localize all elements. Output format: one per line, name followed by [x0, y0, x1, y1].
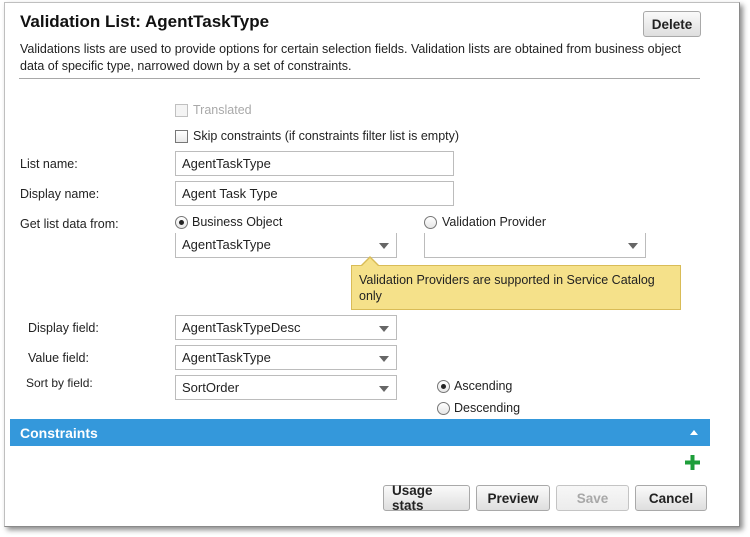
chevron-up-icon[interactable]	[690, 430, 698, 435]
delete-button[interactable]: Delete	[643, 11, 701, 37]
header-divider	[19, 78, 700, 79]
ascending-radio[interactable]	[437, 380, 450, 393]
plus-icon[interactable]	[684, 454, 701, 471]
cancel-button[interactable]: Cancel	[635, 485, 707, 511]
validation-provider-tooltip: Validation Providers are supported in Se…	[351, 265, 681, 310]
chevron-down-icon	[379, 386, 389, 392]
skip-constraints-label: Skip constraints (if constraints filter …	[193, 129, 460, 143]
descending-radio[interactable]	[437, 402, 450, 415]
business-object-select[interactable]: AgentTaskType	[175, 233, 397, 258]
list-name-label: List name:	[20, 157, 78, 171]
display-name-input[interactable]: Agent Task Type	[175, 181, 454, 206]
preview-button[interactable]: Preview	[476, 485, 550, 511]
get-list-data-label: Get list data from:	[20, 217, 119, 231]
value-field-label: Value field:	[28, 351, 89, 365]
descending-label: Descending	[454, 401, 521, 415]
usage-stats-button[interactable]: Usage stats	[383, 483, 470, 513]
translated-checkbox[interactable]	[175, 104, 188, 117]
display-field-label: Display field:	[28, 321, 99, 335]
chevron-down-icon	[379, 243, 389, 249]
sort-by-field-select[interactable]: SortOrder	[175, 375, 397, 400]
validation-list-dialog: Validation List: AgentTaskType Delete Va…	[4, 2, 740, 527]
chevron-down-icon	[379, 356, 389, 362]
chevron-down-icon	[379, 326, 389, 332]
page-title: Validation List: AgentTaskType	[20, 12, 270, 31]
validation-provider-select[interactable]	[424, 233, 646, 258]
business-object-select-value: AgentTaskType	[182, 237, 271, 252]
value-field-select[interactable]: AgentTaskType	[175, 345, 397, 370]
business-object-label: Business Object	[192, 215, 283, 229]
ascending-label: Ascending	[454, 379, 513, 393]
translated-label: Translated	[193, 103, 252, 117]
chevron-down-icon	[628, 243, 638, 249]
skip-constraints-checkbox[interactable]	[175, 130, 188, 143]
list-name-input[interactable]: AgentTaskType	[175, 151, 454, 176]
value-field-select-value: AgentTaskType	[182, 350, 271, 365]
tooltip-arrow-fill	[362, 258, 378, 266]
sort-by-field-select-value: SortOrder	[182, 380, 240, 395]
display-field-select-value: AgentTaskTypeDesc	[182, 320, 301, 335]
business-object-radio[interactable]	[175, 216, 188, 229]
sort-by-field-label: Sort by field:	[26, 376, 93, 390]
display-name-label: Display name:	[20, 187, 100, 201]
save-button[interactable]: Save	[556, 485, 629, 511]
constraints-title: Constraints	[20, 424, 98, 441]
validation-provider-radio[interactable]	[424, 216, 437, 229]
constraints-section-header[interactable]: Constraints	[10, 419, 710, 446]
page-description: Validations lists are used to provide op…	[20, 42, 682, 73]
display-field-select[interactable]: AgentTaskTypeDesc	[175, 315, 397, 340]
validation-provider-label: Validation Provider	[442, 215, 546, 229]
